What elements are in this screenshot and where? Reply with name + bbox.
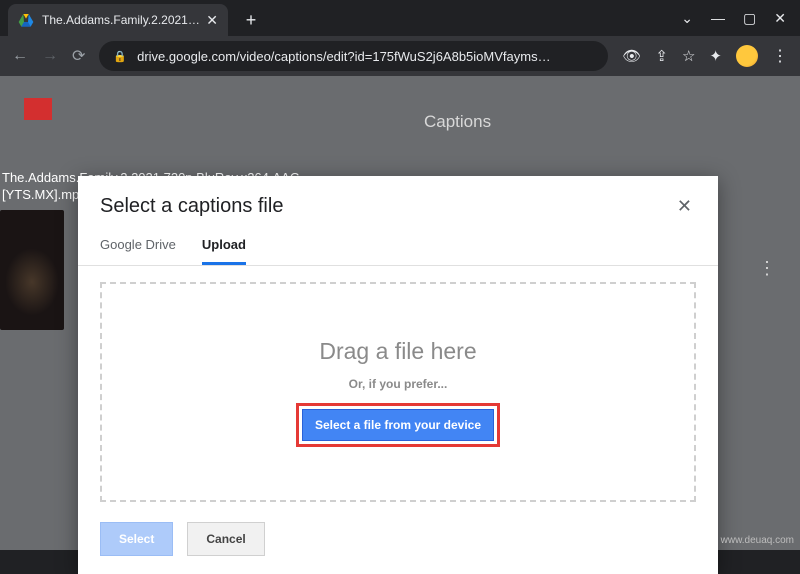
browser-toolbar: ← → ⟳ 🔒 drive.google.com/video/captions/… xyxy=(0,36,800,76)
select-button[interactable]: Select xyxy=(100,522,173,556)
reload-icon[interactable]: ⟳ xyxy=(72,46,85,66)
back-icon[interactable]: ← xyxy=(12,47,28,65)
profile-avatar[interactable] xyxy=(736,45,758,67)
captions-modal: Select a captions file ✕ Google Drive Up… xyxy=(78,176,718,574)
star-icon[interactable]: ☆ xyxy=(682,47,695,65)
new-tab-button[interactable]: + xyxy=(238,7,264,33)
url-text: drive.google.com/video/captions/edit?id=… xyxy=(137,49,594,64)
tab-title: The.Addams.Family.2.2021.720p.E xyxy=(42,13,200,27)
modal-tabs: Google Drive Upload xyxy=(78,225,718,266)
more-options-icon[interactable]: ⋮ xyxy=(758,258,776,279)
video-file-name: The.Addams.Family.2.2021.720p.BluRay.x26… xyxy=(0,170,70,204)
cancel-button[interactable]: Cancel xyxy=(187,522,264,556)
modal-footer: Select Cancel xyxy=(78,512,718,574)
extensions-icon[interactable]: ✦ xyxy=(709,47,722,65)
video-thumbnail xyxy=(0,210,64,330)
chevron-down-icon[interactable]: ⌄ xyxy=(681,10,693,27)
upload-dropzone[interactable]: Drag a file here Or, if you prefer... Se… xyxy=(100,282,696,502)
modal-header: Select a captions file ✕ xyxy=(78,176,718,225)
browser-tab[interactable]: The.Addams.Family.2.2021.720p.E ✕ xyxy=(8,4,228,36)
watermark: www.deuaq.com xyxy=(721,535,794,546)
drag-instruction: Drag a file here xyxy=(319,338,476,365)
address-bar[interactable]: 🔒 drive.google.com/video/captions/edit?i… xyxy=(99,41,608,71)
drive-favicon xyxy=(18,12,34,28)
tab-close-icon[interactable]: ✕ xyxy=(206,12,218,29)
eye-icon[interactable]: 👁 xyxy=(622,47,641,65)
close-window-icon[interactable]: ✕ xyxy=(774,10,786,27)
window-titlebar: The.Addams.Family.2.2021.720p.E ✕ + ⌄ — … xyxy=(0,0,800,36)
video-sidebar: The.Addams.Family.2.2021.720p.BluRay.x26… xyxy=(0,98,70,330)
modal-close-icon[interactable]: ✕ xyxy=(673,192,696,221)
modal-title: Select a captions file xyxy=(100,195,283,218)
select-file-highlight: Select a file from your device xyxy=(296,403,500,447)
prefer-instruction: Or, if you prefer... xyxy=(349,377,448,391)
minimize-icon[interactable]: — xyxy=(711,10,725,27)
forward-icon[interactable]: → xyxy=(42,47,58,65)
tab-google-drive[interactable]: Google Drive xyxy=(100,237,176,265)
tab-upload[interactable]: Upload xyxy=(202,237,246,265)
maximize-icon[interactable]: ▢ xyxy=(743,10,756,27)
captions-heading: Captions xyxy=(424,112,491,132)
share-icon[interactable]: ⇪ xyxy=(655,47,668,65)
window-controls: ⌄ — ▢ ✕ xyxy=(681,10,800,27)
lock-icon: 🔒 xyxy=(113,50,127,63)
browser-menu-icon[interactable]: ⋮ xyxy=(772,46,788,66)
film-icon xyxy=(24,98,52,120)
select-file-button[interactable]: Select a file from your device xyxy=(302,409,494,441)
page-content: The.Addams.Family.2.2021.720p.BluRay.x26… xyxy=(0,76,800,550)
